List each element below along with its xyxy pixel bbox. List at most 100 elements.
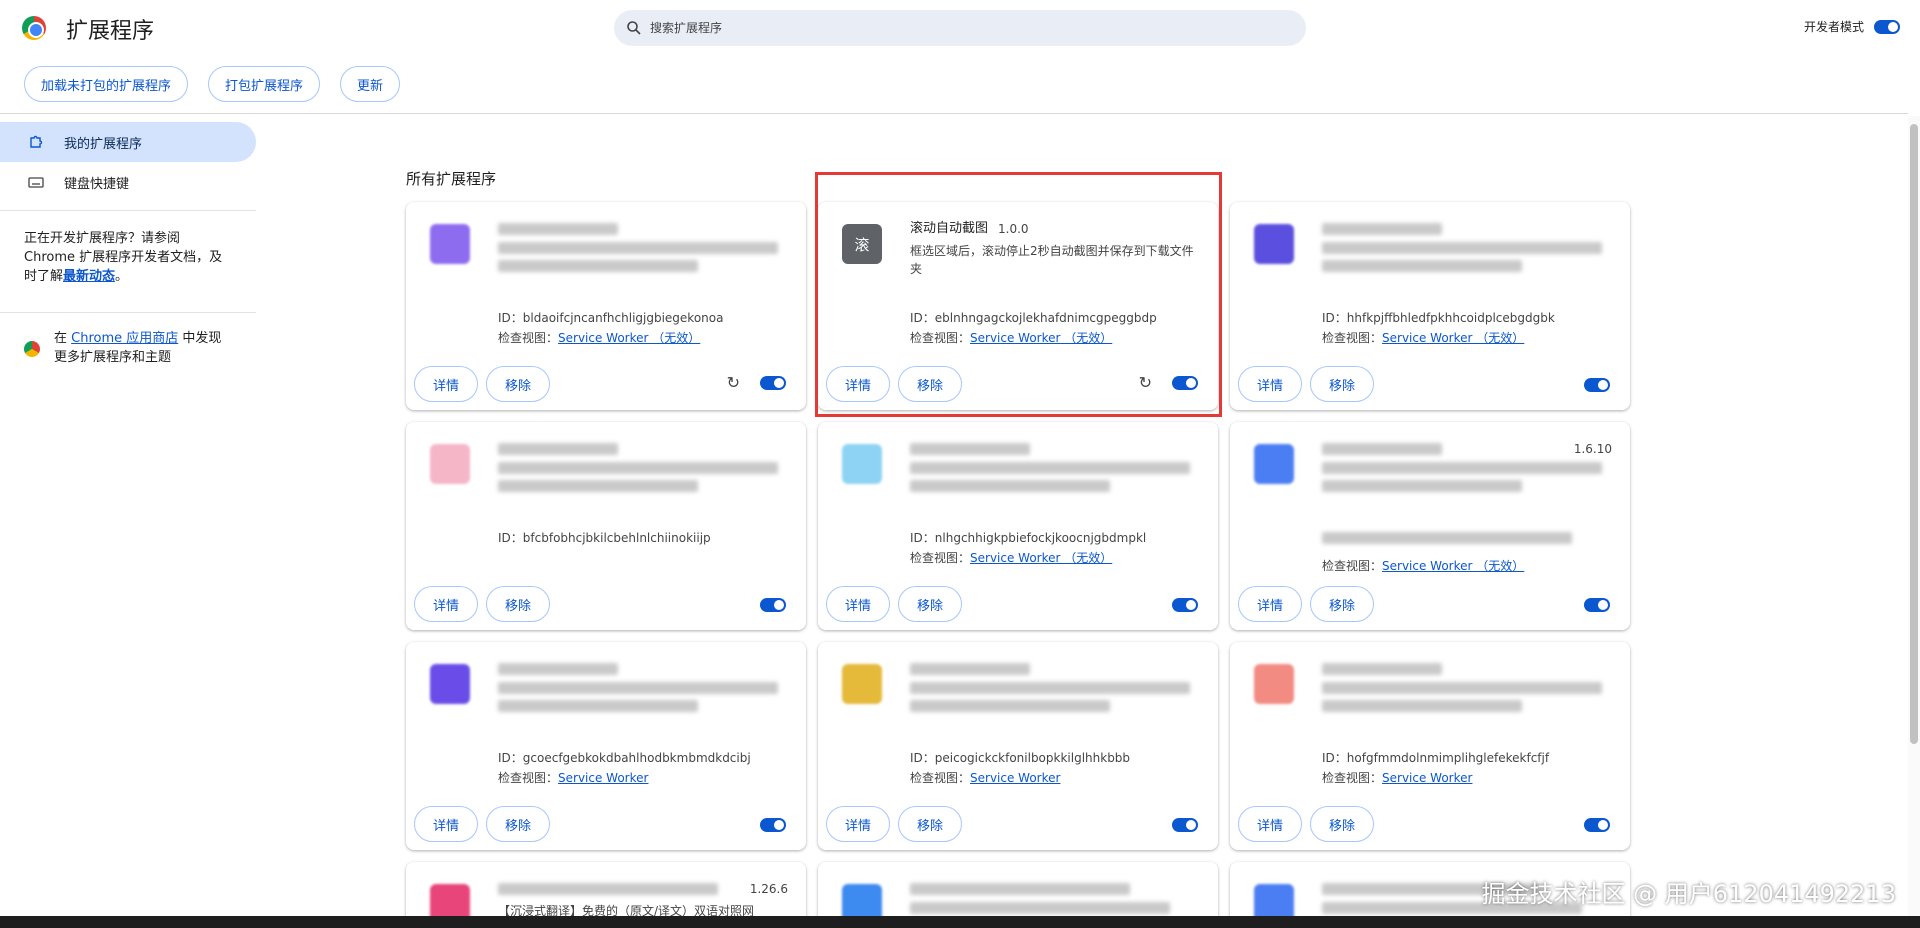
details-button[interactable]: 详情	[826, 586, 891, 622]
remove-button[interactable]: 移除	[1310, 806, 1375, 842]
extension-name-row	[910, 660, 1200, 678]
reload-icon[interactable]: ↻	[727, 373, 740, 392]
details-button[interactable]: 详情	[826, 366, 891, 402]
inspect-prefix: 检查视图：	[1322, 331, 1383, 345]
extension-id-line: ID：bldaoifcjncanfhchligjgbiegekonoa	[498, 308, 723, 328]
sidebar-item-my-extensions[interactable]: 我的扩展程序	[0, 122, 256, 162]
details-button[interactable]: 详情	[1238, 366, 1303, 402]
inspect-views-line: 检查视图：Service Worker （无效）	[498, 328, 723, 348]
service-worker-link[interactable]: Service Worker （无效）	[1382, 331, 1524, 345]
sidebar-item-label: 我的扩展程序	[64, 136, 143, 152]
details-button[interactable]: 详情	[414, 586, 479, 622]
extension-info	[498, 660, 788, 718]
card-controls	[1584, 378, 1610, 392]
redacted-description	[498, 260, 698, 272]
enable-toggle[interactable]	[1172, 598, 1198, 612]
reload-icon[interactable]: ↻	[1139, 373, 1152, 392]
service-worker-link[interactable]: Service Worker （无效）	[558, 331, 700, 345]
dev-mode-label: 开发者模式	[1803, 20, 1864, 34]
extension-card: ID：nlhgchhigkpbiefockjkoocnjgbdmpkl 检查视图：…	[818, 422, 1218, 630]
extension-id-line: ID：nlhgchhigkpbiefockjkoocnjgbdmpkl	[910, 528, 1146, 548]
update-button[interactable]: 更新	[340, 66, 401, 102]
sidebar-item-keyboard-shortcuts[interactable]: 键盘快捷键	[0, 162, 256, 202]
details-button[interactable]: 详情	[826, 806, 891, 842]
service-worker-link[interactable]: Service Worker （无效）	[970, 551, 1112, 565]
extension-card: 1.6.10 检查视图：Service Worker （无效） 详情 移除	[1230, 422, 1630, 630]
extension-id: eblnhngagckojlekhafdnimcgpeggbdp	[934, 311, 1157, 325]
redacted-name	[910, 443, 1030, 455]
enable-toggle[interactable]	[1584, 378, 1610, 392]
remove-button[interactable]: 移除	[898, 806, 963, 842]
chrome-web-store-link[interactable]: Chrome 应用商店	[71, 331, 178, 346]
load-unpacked-button[interactable]: 加载未打包的扩展程序	[24, 66, 189, 102]
card-controls	[760, 818, 786, 832]
extension-id-line: ID：hhfkpjffbhledfpkhhcoidplcebgdgbk	[1322, 308, 1555, 328]
id-prefix: ID：	[498, 751, 523, 765]
redacted-description	[910, 682, 1190, 694]
chrome-logo-icon	[22, 16, 46, 40]
details-button[interactable]: 详情	[414, 806, 479, 842]
remove-button[interactable]: 移除	[486, 806, 551, 842]
dev-mode-control[interactable]: 开发者模式	[1804, 18, 1900, 35]
service-worker-link[interactable]: Service Worker	[558, 771, 648, 785]
remove-button[interactable]: 移除	[898, 586, 963, 622]
extension-info: 滚动自动截图 1.0.0 框选区域后，滚动停止2秒自动截图并保存到下载文件夹	[910, 220, 1200, 278]
pack-extension-button[interactable]: 打包扩展程序	[208, 66, 321, 102]
search-input[interactable]	[650, 21, 1250, 35]
extension-name-row	[1322, 220, 1612, 238]
inspect-prefix: 检查视图：	[498, 771, 559, 785]
service-worker-link[interactable]: Service Worker （无效）	[970, 331, 1112, 345]
search-box[interactable]	[614, 10, 1306, 46]
enable-toggle[interactable]	[1584, 598, 1610, 612]
details-button[interactable]: 详情	[1238, 806, 1303, 842]
extension-name-row	[910, 440, 1200, 458]
enable-toggle[interactable]	[1172, 818, 1198, 832]
service-worker-link[interactable]: Service Worker （无效）	[1382, 559, 1524, 573]
remove-button[interactable]: 移除	[486, 366, 551, 402]
redacted-id	[1322, 532, 1572, 544]
remove-button[interactable]: 移除	[898, 366, 963, 402]
details-button[interactable]: 详情	[414, 366, 479, 402]
service-worker-link[interactable]: Service Worker	[1382, 771, 1472, 785]
enable-toggle[interactable]	[760, 375, 786, 390]
redacted-description	[498, 480, 698, 492]
remove-button[interactable]: 移除	[1310, 586, 1375, 622]
extension-meta: ID：hhfkpjffbhledfpkhhcoidplcebgdgbk 检查视图：…	[1322, 308, 1555, 348]
dev-mode-toggle[interactable]	[1874, 19, 1900, 34]
extension-meta: ID：peicogickckfonilbopkkilglhhkbbb 检查视图：S…	[910, 748, 1130, 788]
extension-card: ID：peicogickckfonilbopkkilglhhkbbb 检查视图：S…	[818, 642, 1218, 850]
id-prefix: ID：	[1322, 311, 1347, 325]
inspect-views-line: 检查视图：Service Worker （无效）	[1322, 556, 1572, 576]
inspect-views-line: 检查视图：Service Worker （无效）	[910, 328, 1157, 348]
extension-info	[910, 440, 1200, 498]
extension-icon	[430, 664, 470, 704]
card-controls	[1584, 818, 1610, 832]
extension-meta: ID：bldaoifcjncanfhchligjgbiegekonoa 检查视图：…	[498, 308, 723, 348]
card-controls	[1584, 598, 1610, 612]
redacted-description	[1322, 700, 1522, 712]
remove-button[interactable]: 移除	[1310, 366, 1375, 402]
extension-icon	[1254, 664, 1294, 704]
redacted-name	[498, 223, 618, 235]
id-prefix: ID：	[910, 311, 935, 325]
inspect-prefix: 检查视图：	[910, 771, 971, 785]
extension-card: ID：bldaoifcjncanfhchligjgbiegekonoa 检查视图：…	[406, 202, 806, 410]
enable-toggle[interactable]	[760, 818, 786, 832]
scrollbar-thumb[interactable]	[1910, 124, 1918, 744]
latest-news-link[interactable]: 最新动态	[63, 269, 115, 284]
remove-button[interactable]: 移除	[486, 586, 551, 622]
extension-info	[910, 660, 1200, 718]
extension-description: 框选区域后，滚动停止2秒自动截图并保存到下载文件夹	[910, 244, 1194, 276]
enable-toggle[interactable]	[760, 598, 786, 612]
scrollbar[interactable]	[1908, 116, 1920, 916]
enable-toggle[interactable]	[1584, 818, 1610, 832]
inspect-prefix: 检查视图：	[498, 331, 559, 345]
inspect-prefix: 检查视图：	[1322, 771, 1383, 785]
extension-id-line	[1322, 528, 1572, 556]
extension-name-row	[1322, 660, 1612, 678]
service-worker-link[interactable]: Service Worker	[970, 771, 1060, 785]
details-button[interactable]: 详情	[1238, 586, 1303, 622]
extension-info	[910, 880, 1200, 920]
inspect-views-line: 检查视图：Service Worker	[1322, 768, 1549, 788]
enable-toggle[interactable]	[1172, 375, 1198, 390]
